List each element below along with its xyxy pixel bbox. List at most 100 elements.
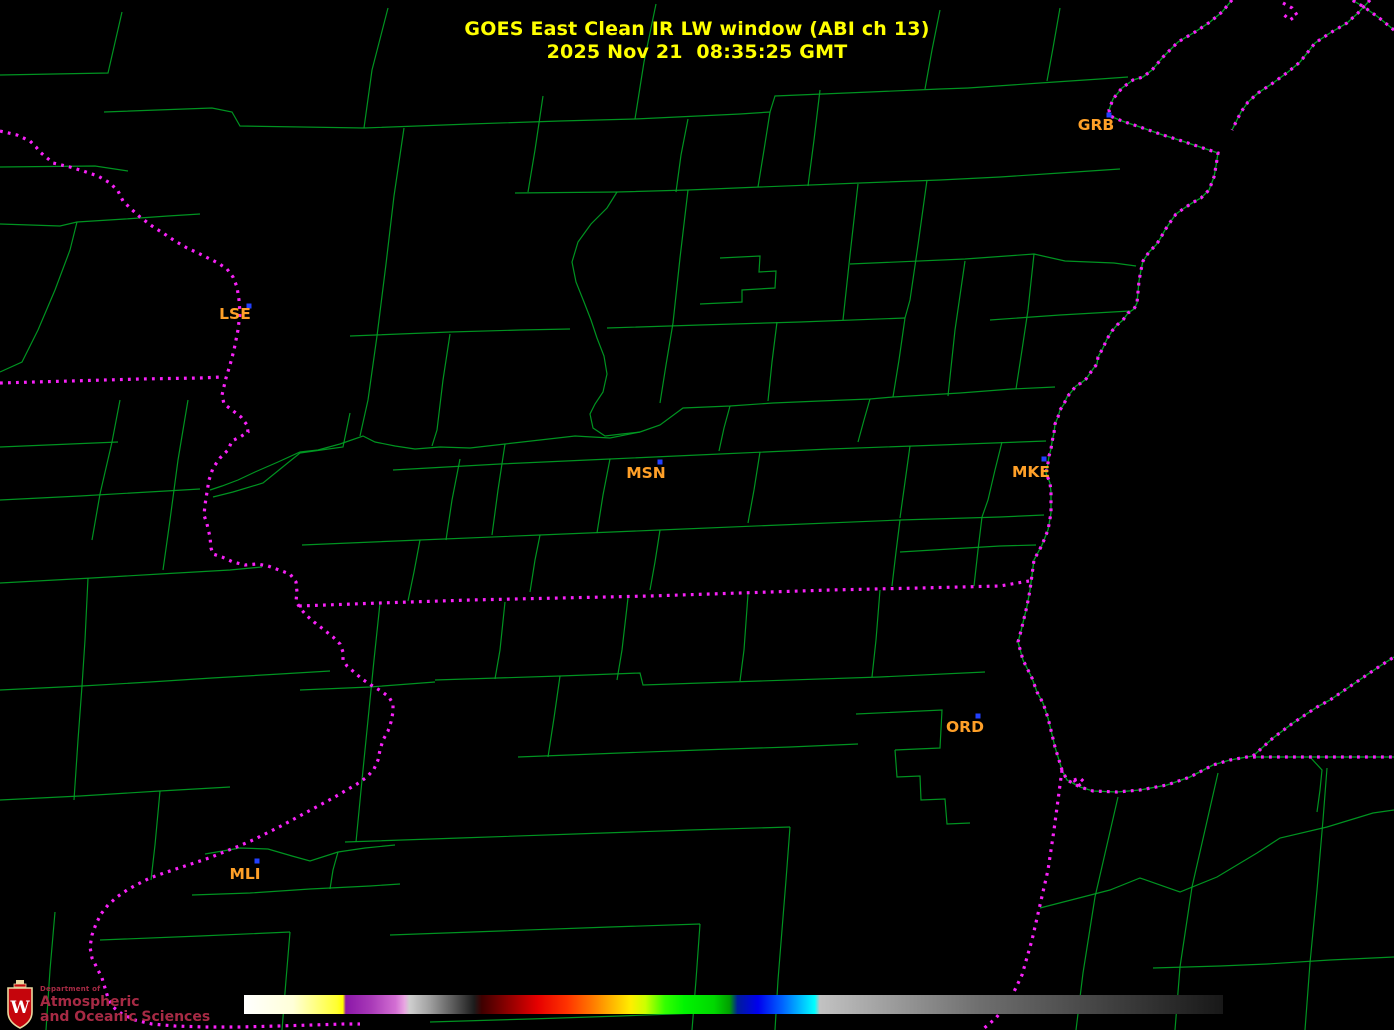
county-line xyxy=(82,578,88,686)
county-line xyxy=(673,190,688,323)
county-line xyxy=(760,169,1120,187)
county-line xyxy=(700,256,776,304)
county-line xyxy=(515,187,760,193)
city-label-lse: LSE xyxy=(219,305,251,323)
county-line xyxy=(377,128,404,336)
county-line xyxy=(92,400,120,540)
county-line xyxy=(0,787,230,800)
county-line xyxy=(850,254,1136,266)
county-line xyxy=(650,530,660,590)
county-line xyxy=(282,932,290,1030)
county-line xyxy=(607,318,905,328)
logo-department-of: Department of xyxy=(40,986,210,993)
county-line xyxy=(530,535,540,592)
county-line xyxy=(0,222,77,372)
border-bay-tip-hook xyxy=(1283,3,1297,20)
county-line xyxy=(808,90,820,186)
border-mn-ia-border xyxy=(0,377,222,383)
county-line xyxy=(390,924,700,935)
county-line xyxy=(768,322,777,401)
border-lake-michigan-west-shore xyxy=(1018,0,1253,792)
county-line xyxy=(660,323,673,403)
state-border-dotted-lines xyxy=(0,0,1394,1030)
border-il-in-border xyxy=(982,770,1062,1030)
county-line xyxy=(495,602,505,679)
county-line xyxy=(856,710,942,750)
shoreline-green-underlay xyxy=(1018,0,1394,792)
uw-aos-logo: W Department of Atmospheric and Oceanic … xyxy=(6,980,210,1030)
county-line xyxy=(974,517,982,586)
satellite-image-viewer: GRBLSEMSNMKEORDMLI GOES East Clean IR LW… xyxy=(0,0,1394,1030)
city-dot-mli xyxy=(255,859,260,864)
logo-atmospheric: Atmospheric xyxy=(40,995,210,1009)
crest-letter: W xyxy=(9,998,30,1018)
county-line xyxy=(572,192,640,436)
county-line xyxy=(872,590,880,677)
county-line xyxy=(893,318,905,397)
logo-text: Department of Atmospheric and Oceanic Sc… xyxy=(40,980,210,1024)
county-line xyxy=(104,108,364,128)
border-door-peninsula-west-shore xyxy=(1232,0,1370,130)
county-line xyxy=(982,442,1002,517)
city-label-msn: MSN xyxy=(626,464,666,482)
county-line xyxy=(0,12,122,75)
county-line xyxy=(1175,773,1218,1030)
map-canvas: GRBLSEMSNMKEORDMLI xyxy=(0,0,1394,1030)
county-line xyxy=(925,10,940,89)
county-line xyxy=(1153,957,1394,968)
county-boundary-lines xyxy=(0,4,1394,1030)
county-line xyxy=(518,744,858,757)
county-line xyxy=(528,96,543,192)
county-line xyxy=(356,603,380,842)
county-line xyxy=(0,671,330,690)
county-line xyxy=(330,852,338,889)
county-line xyxy=(948,261,965,396)
border-mississippi-river xyxy=(0,131,393,1027)
county-line xyxy=(748,452,760,523)
county-line xyxy=(360,336,377,436)
county-line xyxy=(1310,757,1322,812)
shore-green-door-peninsula-west-shore xyxy=(1232,0,1370,130)
city-label-mke: MKE xyxy=(1012,463,1050,481)
county-line xyxy=(345,827,790,842)
county-line xyxy=(692,924,700,1030)
city-label-mli: MLI xyxy=(229,865,260,883)
city-markers: GRBLSEMSNMKEORDMLI xyxy=(219,113,1114,884)
county-line xyxy=(548,676,560,757)
county-line xyxy=(432,334,450,446)
county-line xyxy=(192,884,400,895)
county-line xyxy=(74,686,82,800)
county-line xyxy=(350,329,570,336)
county-line xyxy=(758,112,770,187)
logo-oceanic-sciences: and Oceanic Sciences xyxy=(40,1010,210,1024)
county-line xyxy=(893,387,1055,397)
county-line xyxy=(364,8,388,128)
county-line xyxy=(597,459,610,533)
county-line xyxy=(1305,768,1327,1030)
county-line xyxy=(430,1013,700,1022)
county-line xyxy=(0,489,200,500)
county-line xyxy=(635,4,656,119)
county-line xyxy=(100,932,290,940)
county-line xyxy=(1040,810,1394,908)
county-line xyxy=(446,459,460,540)
temperature-colorbar xyxy=(244,995,1223,1014)
county-line xyxy=(892,520,900,586)
city-label-grb: GRB xyxy=(1078,116,1114,134)
county-line xyxy=(492,444,505,535)
county-line xyxy=(0,567,262,583)
county-line xyxy=(408,540,420,601)
county-line xyxy=(205,845,395,861)
county-line xyxy=(435,672,985,685)
city-dot-mke xyxy=(1042,457,1047,462)
county-line xyxy=(364,119,635,128)
county-line xyxy=(163,400,188,570)
county-line xyxy=(640,397,893,432)
county-line xyxy=(1016,254,1034,389)
county-line xyxy=(900,545,1036,552)
county-line xyxy=(0,214,200,226)
county-line xyxy=(302,515,1044,545)
county-line xyxy=(0,166,128,171)
county-line xyxy=(617,598,628,680)
county-line xyxy=(719,406,730,451)
